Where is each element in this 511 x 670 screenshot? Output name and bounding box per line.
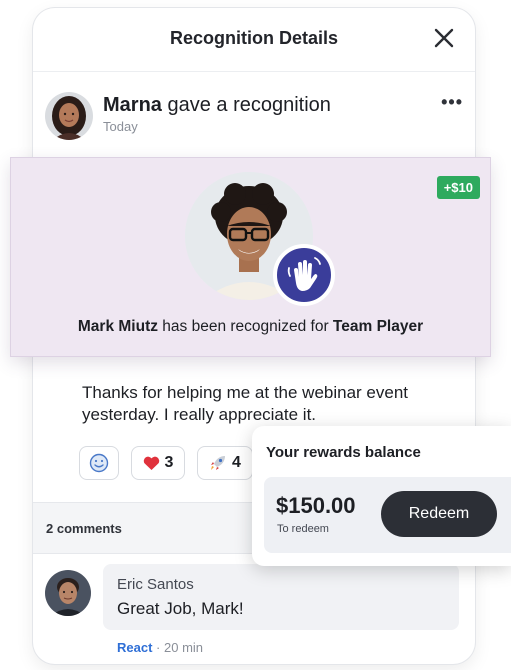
- post-headline: Marna gave a recognition: [103, 94, 331, 117]
- card-header: Recognition Details: [33, 8, 475, 72]
- recognition-panel: +$10 Mark Miutz has been recognized for …: [10, 157, 491, 357]
- recognition-phrase: has been recognized for: [162, 318, 329, 335]
- points-badge: +$10: [436, 176, 480, 199]
- smiley-icon: [89, 453, 109, 473]
- heart-reaction-button[interactable]: 3: [131, 446, 185, 480]
- comment-time: 20 min: [164, 640, 204, 655]
- recognition-value: Team Player: [332, 318, 424, 335]
- meta-separator: ·: [156, 640, 161, 655]
- rocket-reaction-button[interactable]: 4: [197, 446, 253, 480]
- waving-hand-icon: [287, 257, 321, 291]
- more-options-button[interactable]: •••: [441, 92, 463, 113]
- comment-text: Great Job, Mark!: [117, 599, 244, 618]
- post-action: gave a recognition: [167, 94, 331, 116]
- recognition-statement: Mark Miutz has been recognized for Team …: [11, 318, 490, 336]
- commenter-avatar-image: [45, 570, 91, 616]
- more-horizontal-icon: •••: [441, 92, 463, 112]
- rocket-icon: [211, 456, 226, 470]
- react-link[interactable]: React: [117, 640, 152, 655]
- redeem-button[interactable]: Redeem: [381, 491, 497, 537]
- balance-subtitle: To redeem: [277, 523, 329, 535]
- comment-author[interactable]: Eric Santos: [117, 576, 194, 593]
- recognition-message: Thanks for helping me at the webinar eve…: [82, 383, 409, 424]
- post-timestamp: Today: [103, 119, 138, 134]
- comment-meta: React · 20 min: [117, 640, 203, 655]
- post-header: Marna gave a recognition Today •••: [45, 88, 465, 144]
- rewards-balance-card: Your rewards balance $150.00 To redeem R…: [252, 426, 511, 566]
- recipient-name[interactable]: Mark Miutz: [78, 318, 158, 335]
- add-reaction-button[interactable]: [79, 446, 119, 480]
- close-icon: [434, 28, 454, 48]
- rewards-title: Your rewards balance: [266, 444, 421, 461]
- avatar[interactable]: [45, 92, 93, 140]
- giver-avatar-image: [45, 92, 93, 140]
- comment-bubble: Eric Santos Great Job, Mark!: [103, 564, 459, 630]
- comments-count[interactable]: 2 comments: [46, 521, 122, 536]
- list-item: Eric Santos Great Job, Mark! React · 20 …: [45, 564, 465, 664]
- close-button[interactable]: [431, 25, 457, 51]
- heart-reaction-count: 3: [164, 454, 174, 471]
- heart-icon: [143, 456, 159, 470]
- balance-amount: $150.00: [276, 493, 356, 518]
- page-title: Recognition Details: [169, 28, 339, 48]
- waving-hand-badge: [273, 244, 335, 306]
- giver-name[interactable]: Marna: [103, 94, 162, 116]
- avatar[interactable]: [45, 570, 91, 616]
- balance-box: $150.00 To redeem Redeem: [264, 477, 511, 553]
- rocket-reaction-count: 4: [232, 454, 241, 471]
